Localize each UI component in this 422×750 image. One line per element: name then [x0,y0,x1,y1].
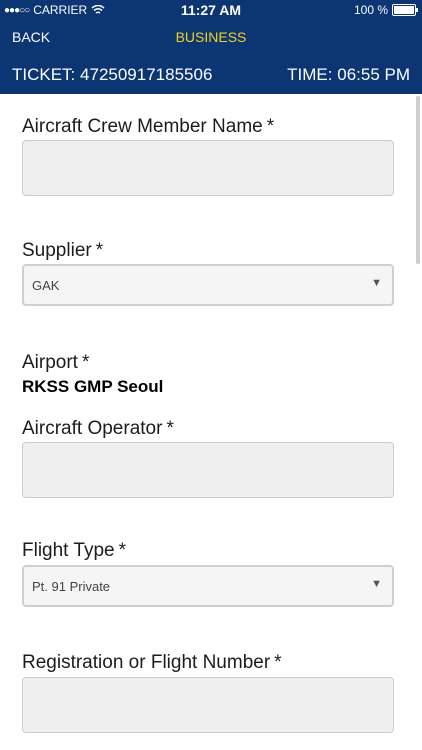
time-value: 06:55 PM [337,65,410,84]
registration-label: Registration or Flight Number * [22,652,282,673]
page-title: BUSINESS [175,29,247,45]
flight-type-select[interactable]: Pt. 91 Private ▼ [22,565,394,607]
required-marker: * [118,540,126,561]
ticket-value: 47250917185506 [80,65,213,84]
battery-icon [392,4,418,16]
required-marker: * [274,652,282,673]
airport-label: Airport * [22,352,90,373]
chevron-down-icon: ▼ [371,277,382,289]
required-marker: * [81,352,90,373]
status-bar: ●●●○○ CARRIER 11:27 AM 100 % [0,0,422,20]
form: Aircraft Crew Member Name * Supplier * GAK… [0,94,410,750]
supplier-label: Supplier * [22,240,104,261]
ticket-info: TICKET: 47250917185506 [12,65,212,85]
chevron-down-icon: ▼ [371,578,382,590]
time-label: TIME: [287,65,333,84]
crew-name-label: Aircraft Crew Member Name * [22,116,275,137]
flight-type-label: Flight Type * [22,540,126,561]
required-marker: * [266,116,275,137]
ticket-label: TICKET: [12,65,76,84]
nav-bar: BACK BUSINESS TICKET: 47250917185506 TIM… [0,20,422,94]
required-marker: * [95,240,104,261]
time-info: TIME: 06:55 PM [287,65,410,85]
battery-label: 100 % [353,3,388,17]
registration-input[interactable] [22,677,394,733]
operator-label: Aircraft Operator * [22,418,174,439]
airport-value: RKSS GMP Seoul [22,377,164,396]
supplier-value: GAK [32,278,60,293]
supplier-select[interactable]: GAK ▼ [22,264,394,306]
operator-input[interactable] [22,442,394,498]
flight-type-value: Pt. 91 Private [32,579,111,594]
crew-name-input[interactable] [22,140,394,196]
status-right: 100 % [353,3,418,17]
required-marker: * [166,418,174,439]
scrollbar[interactable] [416,96,420,264]
